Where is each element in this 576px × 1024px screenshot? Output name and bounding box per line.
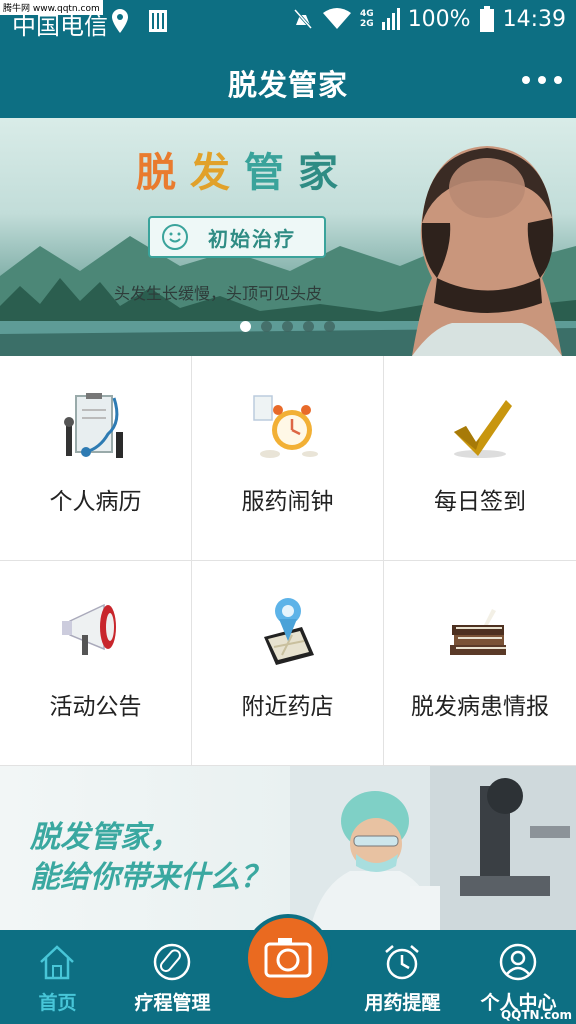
banner-description: 头发生长缓慢，头顶可见头皮 — [114, 284, 323, 303]
treatment-stage-label: 初始治疗 — [208, 226, 296, 251]
banner-brand: 脱发管家 — [136, 150, 352, 196]
carousel-dot[interactable] — [240, 321, 251, 332]
nav-item-treatment[interactable]: 疗程管理 — [115, 930, 230, 1024]
battery-percent: 100% — [407, 6, 471, 32]
books-icon — [450, 609, 506, 655]
alarm-icon — [385, 945, 419, 980]
watermark-bottom: QQTN.com — [500, 1008, 572, 1022]
nav-label: 首页 — [38, 992, 77, 1014]
nav-label: 用药提醒 — [364, 992, 441, 1014]
grid-item-label: 脱发病患情报 — [411, 694, 549, 720]
grid-item-medical-record[interactable]: 个人病历 — [0, 356, 192, 561]
medical-record-icon — [64, 393, 123, 458]
feature-grid: 个人病历 服药闹钟 每日签到 活动公告 附近药店 脱发病患情报 — [0, 356, 576, 766]
sim-card-icon — [149, 10, 167, 32]
nav-item-home[interactable]: 首页 — [0, 930, 115, 1024]
pill-icon — [153, 943, 191, 981]
camera-icon — [264, 938, 312, 978]
alarm-clock-icon — [253, 395, 318, 458]
grid-item-label: 服药闹钟 — [241, 489, 334, 515]
clock: 14:39 — [502, 6, 566, 32]
location-icon — [112, 9, 128, 33]
map-pin-phone-icon — [264, 598, 314, 665]
grid-item-label: 每日签到 — [434, 489, 526, 515]
nav-item-medication-reminder[interactable]: 用药提醒 — [345, 930, 460, 1024]
promo-line-2: 能给你带来什么？ — [30, 860, 270, 895]
grid-item-nearby-pharmacy[interactable]: 附近药店 — [192, 561, 384, 766]
carousel-dot[interactable] — [303, 321, 314, 332]
more-dots-icon[interactable] — [522, 62, 562, 98]
grid-item-label: 附近药店 — [241, 694, 334, 720]
signal-icon — [381, 8, 400, 30]
grid-item-checkin[interactable]: 每日签到 — [384, 356, 576, 561]
camera-button[interactable] — [244, 914, 332, 1002]
app-bar: 脱发管家 — [0, 42, 576, 118]
grid-item-alarm[interactable]: 服药闹钟 — [192, 356, 384, 561]
mute-icon — [293, 9, 313, 29]
balding-head-image — [412, 146, 562, 356]
carousel-dot[interactable] — [261, 321, 272, 332]
promo-banner[interactable]: 脱发管家， 能给你带来什么？ — [0, 766, 576, 930]
lab-scientist-image — [290, 766, 576, 930]
smile-icon — [162, 224, 188, 250]
grid-item-label: 个人病历 — [49, 489, 142, 515]
grid-item-patient-info[interactable]: 脱发病患情报 — [384, 561, 576, 766]
grid-item-announcement[interactable]: 活动公告 — [0, 561, 192, 766]
grid-item-label: 活动公告 — [49, 694, 142, 720]
home-icon — [40, 945, 74, 980]
carousel-indicator[interactable] — [240, 321, 335, 332]
carousel-dot[interactable] — [324, 321, 335, 332]
user-icon — [499, 943, 537, 981]
battery-icon — [479, 6, 494, 32]
carousel-dot[interactable] — [282, 321, 293, 332]
network-type: 4G 2G — [360, 9, 374, 29]
wifi-icon — [323, 8, 352, 29]
page-title: 脱发管家 — [227, 68, 348, 102]
banner-carousel[interactable]: 脱发管家 初始治疗 头发生长缓慢，头顶可见头皮 — [0, 118, 576, 356]
treatment-stage-badge: 初始治疗 — [148, 216, 326, 258]
promo-line-1: 脱发管家， — [30, 820, 180, 855]
megaphone-icon — [62, 603, 116, 655]
watermark-top: 腾牛网 www.qqtn.com — [0, 0, 103, 15]
checkmark-icon — [454, 400, 512, 458]
nav-label: 疗程管理 — [134, 992, 211, 1014]
